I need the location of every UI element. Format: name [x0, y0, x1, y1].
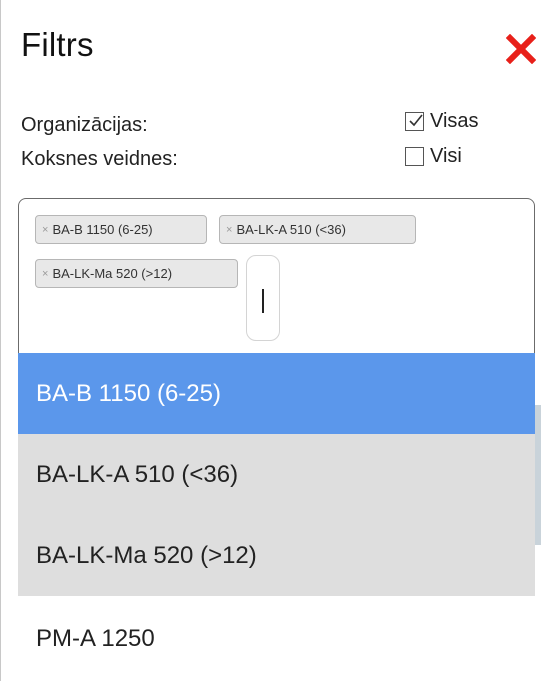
selected-chip: × BA-LK-A 510 (<36) [219, 215, 416, 244]
visi-checkbox[interactable]: Visi [405, 145, 462, 168]
selected-chip: × BA-B 1150 (6-25) [35, 215, 207, 244]
remove-chip-icon[interactable]: × [42, 224, 48, 236]
species-multiselect[interactable]: × BA-B 1150 (6-25) × BA-LK-A 510 (<36) ×… [18, 198, 535, 354]
options-dropdown: BA-B 1150 (6-25) BA-LK-A 510 (<36) BA-LK… [18, 353, 535, 681]
checkbox-unchecked[interactable] [405, 147, 424, 166]
visas-checkbox[interactable]: Visas [405, 110, 479, 133]
dropdown-option-selected[interactable]: BA-LK-Ma 520 (>12) [18, 515, 535, 596]
organizations-label: Organizācijas: [21, 114, 148, 136]
checkbox-checked[interactable] [405, 112, 424, 131]
search-input[interactable] [246, 255, 280, 341]
filter-panel: Filtrs Organizācijas: Koksnes veidnes: V… [0, 0, 541, 681]
close-button[interactable] [505, 33, 537, 65]
dropdown-option-highlighted[interactable]: BA-B 1150 (6-25) [18, 353, 535, 434]
visas-label: Visas [430, 110, 479, 132]
panel-title: Filtrs [21, 26, 94, 63]
dropdown-option-selected[interactable]: BA-LK-A 510 (<36) [18, 434, 535, 515]
species-label: Koksnes veidnes: [21, 148, 178, 170]
dropdown-option[interactable]: PM-A 1250 [18, 596, 535, 681]
chip-label: BA-B 1150 (6-25) [52, 222, 153, 237]
visi-label: Visi [430, 145, 462, 167]
remove-chip-icon[interactable]: × [226, 224, 232, 236]
selected-chip: × BA-LK-Ma 520 (>12) [35, 259, 238, 288]
close-x-icon [505, 33, 537, 65]
chip-label: BA-LK-A 510 (<36) [236, 222, 346, 237]
chip-label: BA-LK-Ma 520 (>12) [52, 266, 173, 281]
text-caret [262, 289, 264, 313]
checkmark-icon [409, 114, 423, 127]
background-map-edge [535, 405, 541, 545]
remove-chip-icon[interactable]: × [42, 268, 48, 280]
